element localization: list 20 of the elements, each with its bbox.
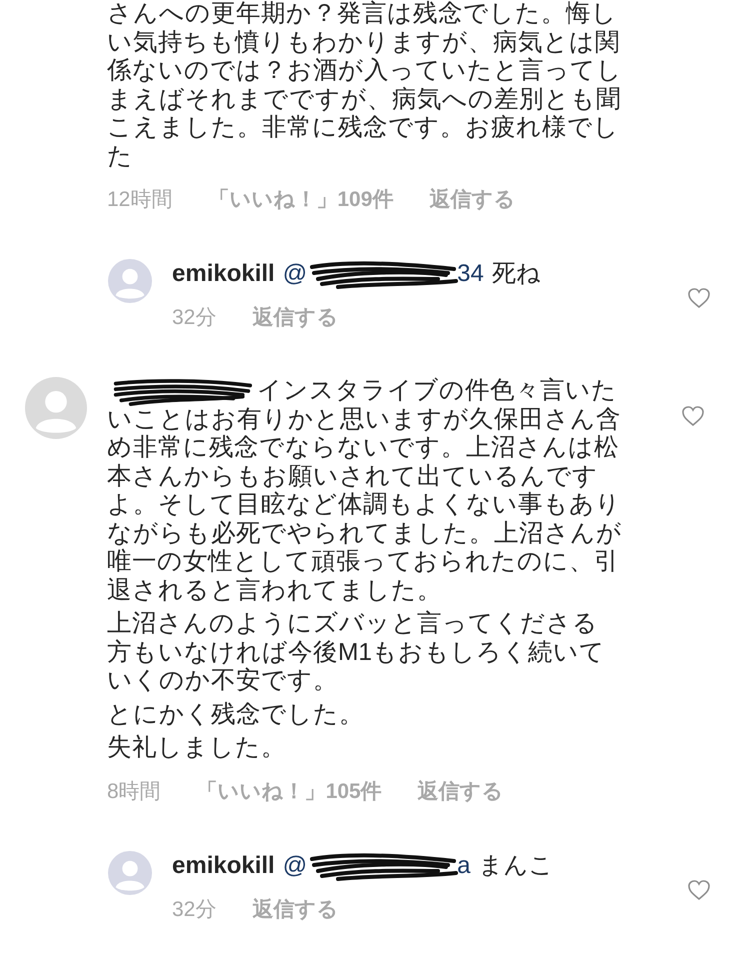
comment-text: 上沼さんのようにズバッと言ってくださる方もいなければ今後M1もおもしろく続いていくのか不安です。 [107,610,606,694]
comment-time: 8時間 [107,778,161,805]
comment-text: インスタライブの件色々言いたいことはお有りかと思いますが久保田さん含め非常に残念でならないです。上沼さんは松本さんからもお願いされて出ているんですよ。そして目眩など体調もよくない事もありながらも必死でやられてました。上沼さんが唯一の女性として頑張っておられたのに、引退されると言われてました。 [107,377,622,604]
comment-time: 32分 [172,896,216,923]
username[interactable]: emikokill [172,259,275,289]
username[interactable]: emikokill [172,850,275,881]
comment-text: さんへの更年期か？発言は残念でした。悔しい気持ちも憤りもわかりますが、病気とは関係ないのでは？お酒が入っていたと言ってしまえばそれまでですが、病気への差別とも聞こえました。非常に残念です。お疲れ様でした [107,0,622,170]
comment-time: 12時間 [107,187,172,213]
reply-text: 死ね [492,259,541,289]
comment-time: 32分 [172,305,216,331]
mention-text[interactable]: a [457,850,470,881]
mention-at-sign[interactable]: @ [282,259,308,289]
comment-text: とにかく残念でした。 [107,700,364,728]
heart-icon[interactable] [681,405,705,427]
heart-icon[interactable] [687,878,711,901]
comment-text: 失礼しました。 [107,734,286,762]
mention-at-sign[interactable]: @ [282,850,308,881]
mention-text[interactable]: 34 [457,259,484,289]
heart-icon[interactable] [687,287,711,309]
reply-text: まんこ [478,850,554,881]
